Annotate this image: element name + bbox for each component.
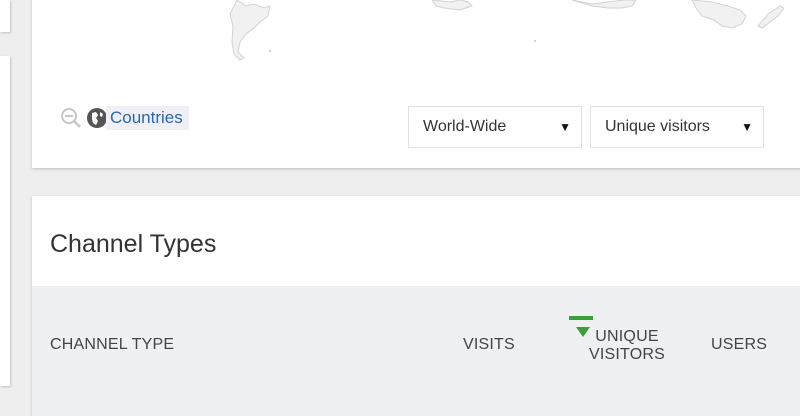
world-map[interactable]: [32, 0, 800, 66]
region-select[interactable]: World-Wide ▼: [408, 106, 582, 148]
column-header-unique-visitors[interactable]: UNIQUE VISITORS: [572, 328, 682, 364]
countries-link[interactable]: Countries: [106, 106, 189, 130]
widget-title: Channel Types: [50, 230, 217, 258]
sidebar-edge-top: [0, 0, 10, 32]
globe-icon: [86, 107, 108, 129]
caret-down-icon: ▼: [559, 120, 571, 134]
zoom-out-icon[interactable]: [60, 107, 82, 129]
column-header-visits[interactable]: VISITS: [463, 336, 515, 354]
map-controls: Countries: [60, 106, 189, 130]
region-select-value: World-Wide: [423, 118, 507, 135]
sidebar-edge: [0, 56, 10, 386]
sort-indicator-bar: [569, 316, 593, 320]
column-header-channel-type[interactable]: CHANNEL TYPE: [50, 336, 174, 354]
visitor-map-widget: Countries World-Wide ▼ Unique visitors ▼: [32, 0, 800, 168]
caret-down-icon: ▼: [741, 120, 753, 134]
map-landmass-new-zealand: [757, 5, 785, 29]
metric-select[interactable]: Unique visitors ▼: [590, 106, 764, 148]
map-landmass-europe-africa: [431, 0, 473, 11]
map-landmass-south-america: [229, 0, 271, 61]
channel-types-widget: Channel Types CHANNEL TYPE VISITS UNIQUE…: [32, 196, 800, 416]
map-landmass-australia: [691, 0, 747, 29]
column-header-users[interactable]: USERS: [711, 336, 767, 354]
metric-select-value: Unique visitors: [605, 118, 710, 135]
table-header: CHANNEL TYPE VISITS UNIQUE VISITORS USER…: [32, 286, 800, 416]
map-landmass-asia: [571, 0, 637, 9]
